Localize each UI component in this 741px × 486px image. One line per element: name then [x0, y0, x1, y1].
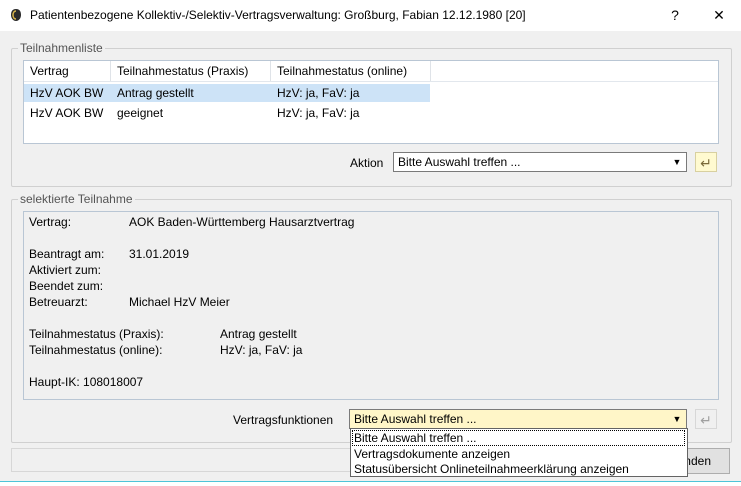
title-bar: Patientenbezogene Kollektiv-/Selektiv-Ve… [0, 0, 741, 31]
contract-functions-select[interactable]: Bitte Auswahl treffen ... ▼ [349, 409, 687, 429]
column-header-status-practice[interactable]: Teilnahmestatus (Praxis) [111, 61, 271, 81]
ended-label: Beendet zum: [29, 279, 104, 293]
app-logo-icon [11, 9, 21, 21]
activated-label: Aktiviert zum: [29, 263, 102, 277]
cell-status-practice: Antrag gestellt [117, 86, 194, 100]
enter-arrow-icon: ↵ [700, 155, 712, 171]
contract-functions-value: Bitte Auswahl treffen ... [354, 412, 477, 426]
requested-label: Beantragt am: [29, 247, 105, 261]
column-header-status-online[interactable]: Teilnahmestatus (online) [271, 61, 431, 81]
cell-contract: HzV AOK BW [30, 86, 104, 100]
cell-contract: HzV AOK BW [30, 106, 104, 120]
action-label: Aktion [350, 156, 384, 170]
send-button-label: nden [684, 454, 711, 468]
dropdown-option-status-overview[interactable]: Statusübersicht Onlineteilnahmeerklärung… [352, 461, 629, 477]
chevron-down-icon[interactable]: ▼ [670, 412, 684, 426]
contract-functions-execute-button[interactable]: ↵ [695, 409, 717, 429]
participations-legend: Teilnahmenliste [18, 41, 105, 55]
status-field [11, 448, 358, 472]
chevron-down-icon[interactable]: ▼ [670, 155, 684, 169]
action-select[interactable]: Bitte Auswahl treffen ... ▼ [393, 152, 687, 172]
cell-status-practice: geeignet [117, 106, 164, 120]
action-select-value: Bitte Auswahl treffen ... [398, 155, 521, 169]
column-header-contract[interactable]: Vertrag [24, 61, 111, 81]
selected-participation-legend: selektierte Teilnahme [18, 192, 135, 206]
action-execute-button[interactable]: ↵ [695, 152, 717, 172]
status-online-value: HzV: ja, FaV: ja [220, 343, 303, 357]
participations-table[interactable]: Vertrag Teilnahmestatus (Praxis) Teilnah… [23, 60, 719, 144]
help-button[interactable]: ? [663, 4, 687, 26]
status-practice-label: Teilnahmestatus (Praxis): [29, 327, 164, 341]
cell-status-online: HzV: ja, FaV: ja [277, 106, 360, 120]
contract-label: Vertrag: [29, 215, 72, 229]
table-row[interactable]: HzV AOK BW Antrag gestellt HzV: ja, FaV:… [24, 84, 718, 102]
enter-arrow-icon: ↵ [700, 412, 712, 428]
contract-functions-label: Vertragsfunktionen [233, 413, 334, 427]
table-header: Vertrag Teilnahmestatus (Praxis) Teilnah… [24, 61, 718, 82]
contract-value: AOK Baden-Württemberg Hausarztvertrag [129, 215, 355, 229]
requested-value: 31.01.2019 [129, 247, 190, 261]
table-row[interactable]: HzV AOK BW geeignet HzV: ja, FaV: ja [24, 104, 718, 122]
dropdown-option-select[interactable]: Bitte Auswahl treffen ... [352, 430, 685, 446]
main-ik: Haupt-IK: 108018007 [29, 375, 144, 389]
details-panel [23, 211, 719, 400]
close-button[interactable]: ✕ [707, 4, 731, 26]
dropdown-option-show-documents[interactable]: Vertragsdokumente anzeigen [352, 446, 510, 462]
window-title: Patientenbezogene Kollektiv-/Selektiv-Ve… [30, 8, 526, 22]
contract-functions-dropdown[interactable]: Bitte Auswahl treffen ... Vertragsdokume… [350, 428, 688, 477]
doctor-label: Betreuarzt: [29, 295, 88, 309]
cell-status-online: HzV: ja, FaV: ja [277, 86, 360, 100]
doctor-value: Michael HzV Meier [129, 295, 230, 309]
window-bottom-edge [0, 481, 741, 486]
status-practice-value: Antrag gestellt [220, 327, 297, 341]
status-online-label: Teilnahmestatus (online): [29, 343, 163, 357]
